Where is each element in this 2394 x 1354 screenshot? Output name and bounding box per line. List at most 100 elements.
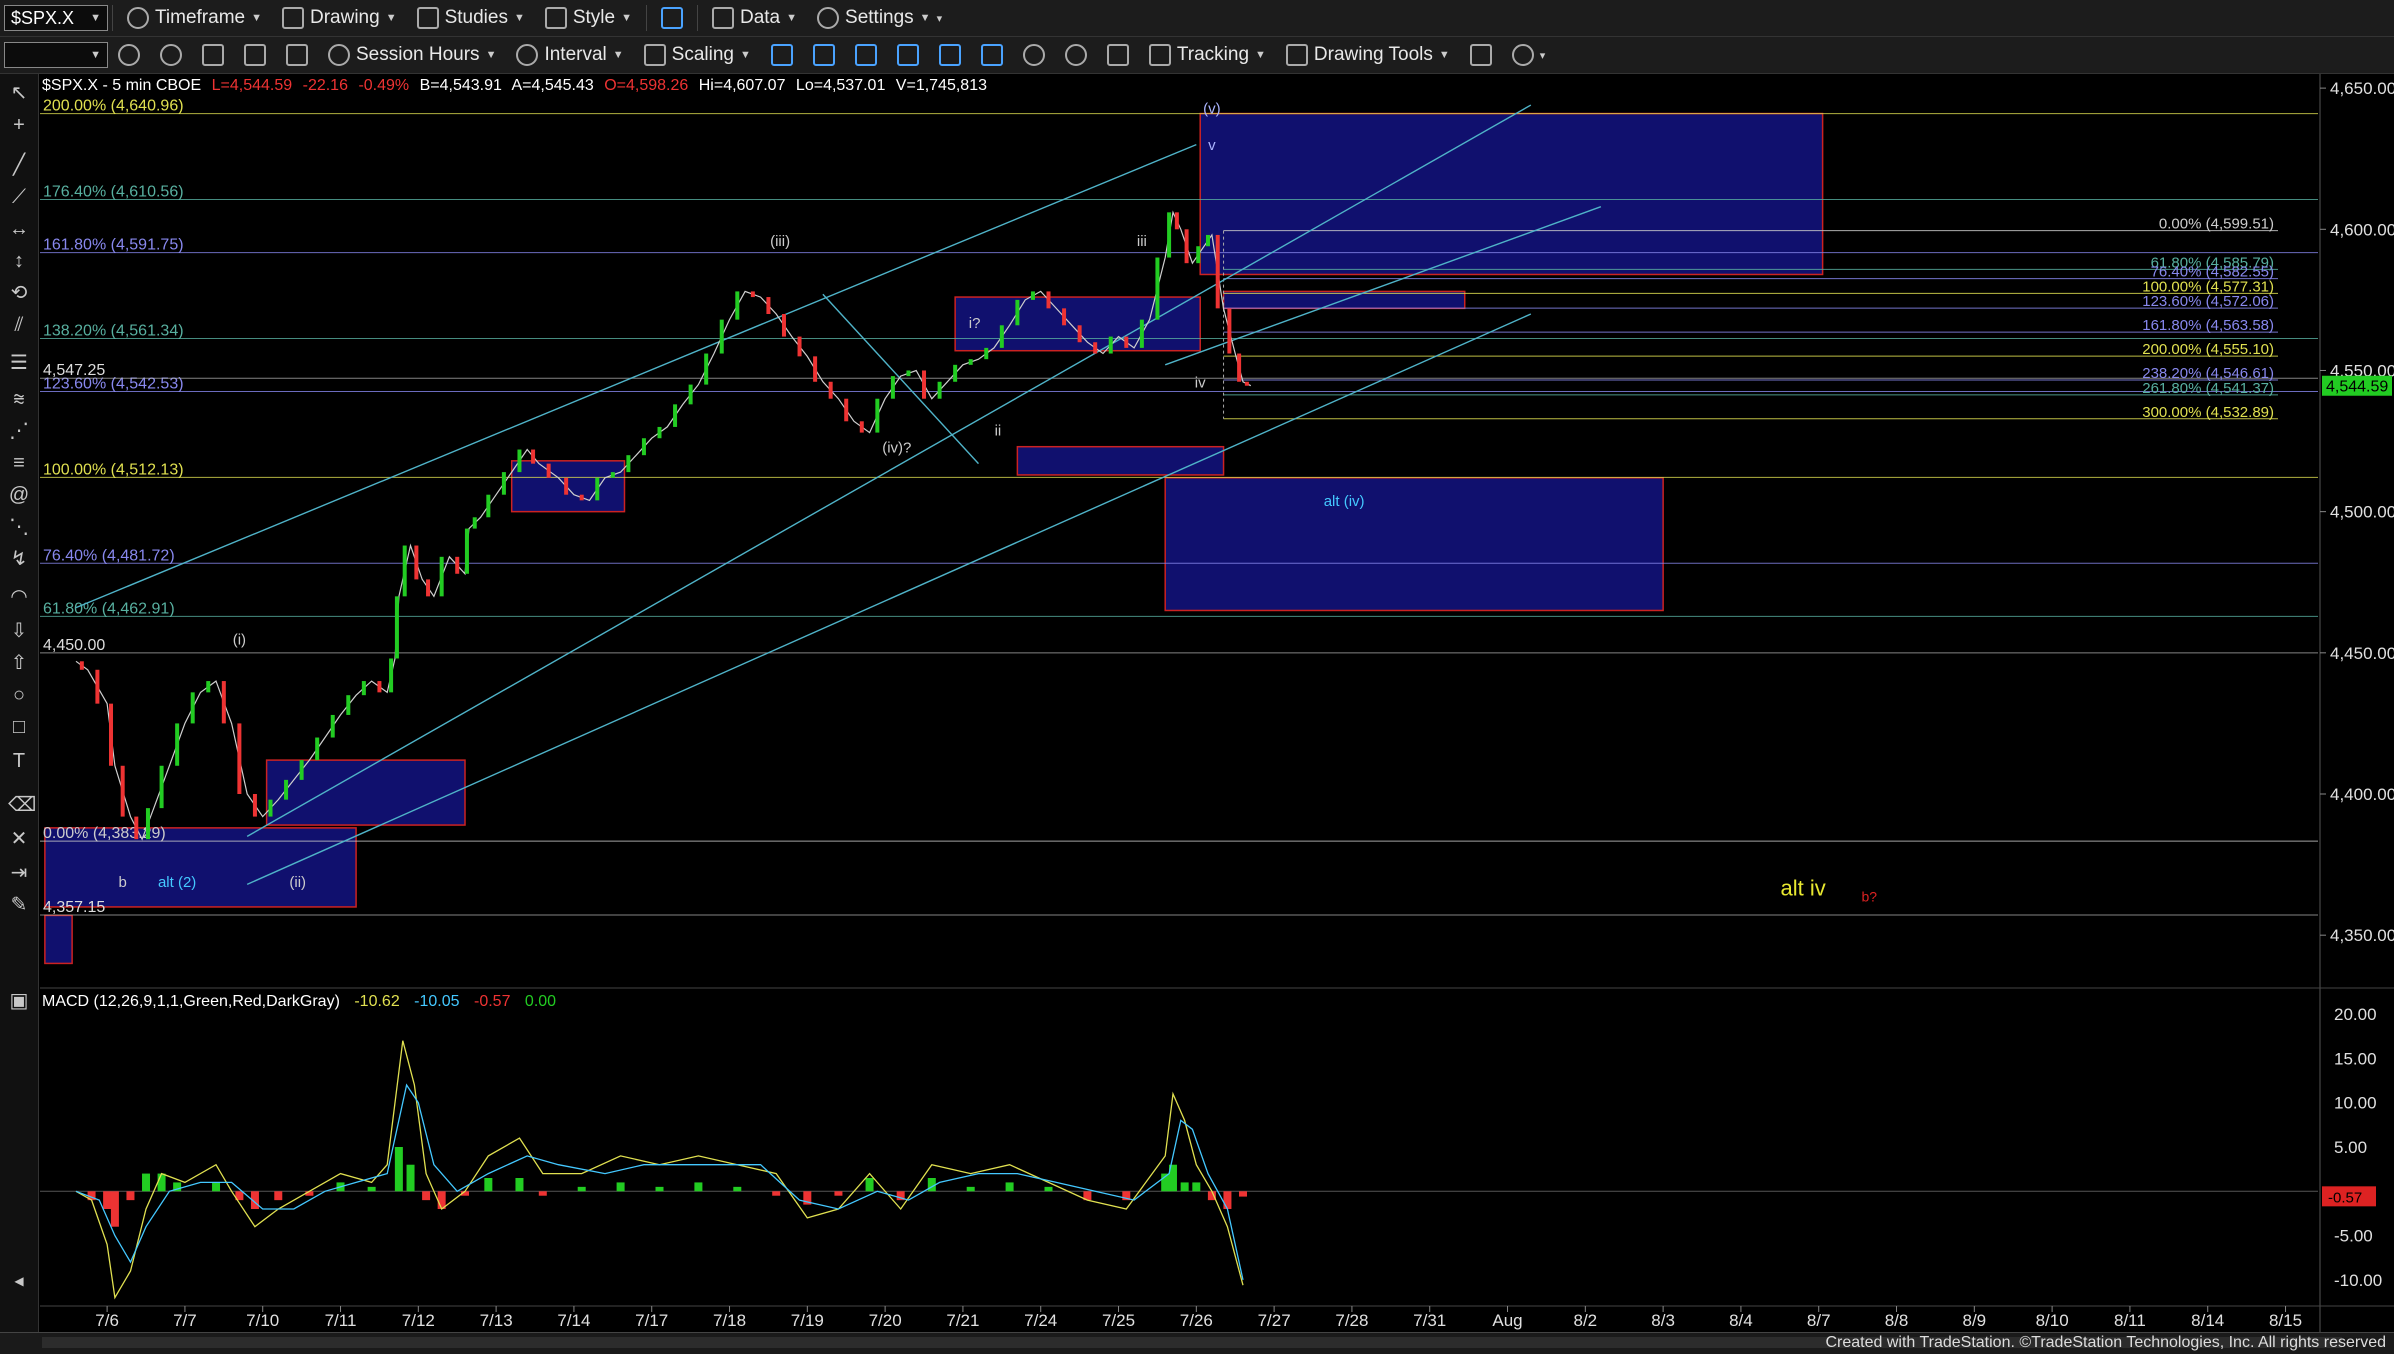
link-button[interactable] [651, 3, 693, 33]
tracking-label: Tracking [1176, 44, 1250, 65]
expand-arrow-icon[interactable]: ◀ [8, 1270, 30, 1292]
ellipse-tool-icon[interactable]: ○ [8, 684, 30, 706]
symbol-selector[interactable]: $SPX.X ▼ [4, 5, 108, 31]
ext-fib-label: 261.80% (4,541.37) [2142, 380, 2274, 397]
cycle-tool-icon[interactable]: ⟲ [8, 282, 30, 304]
fib-extension-icon[interactable]: ⩬ [8, 388, 30, 410]
interval-menu[interactable]: Interval ▼ [506, 40, 633, 70]
bar-type-hlc[interactable] [929, 40, 971, 70]
levels-tool-icon[interactable]: ≡ [8, 452, 30, 474]
workspace-selector[interactable]: ▼ [4, 42, 108, 68]
session-hours-menu[interactable]: Session Hours ▼ [318, 40, 506, 70]
price-level-label: 4,450.00 [43, 637, 105, 654]
grid-button[interactable] [1097, 40, 1139, 70]
studies-menu[interactable]: Studies ▼ [407, 3, 535, 33]
ask-price: A=4,545.43 [511, 77, 593, 94]
speed-lines-icon[interactable]: ⋱ [8, 516, 30, 538]
drawing-menu[interactable]: Drawing ▼ [272, 3, 407, 33]
fib-retracement-icon[interactable]: ☰ [8, 352, 30, 374]
regression-channel-icon[interactable]: ↯ [8, 548, 30, 570]
vertical-line-icon[interactable]: ↕ [8, 250, 30, 272]
price-candle [377, 681, 382, 693]
price-tick-label: 4,600.00 [2330, 220, 2394, 239]
macd-histogram-bar [772, 1191, 781, 1196]
crosshair-tool-icon[interactable]: + [8, 114, 30, 136]
price-candle [859, 421, 864, 433]
price-candle [330, 714, 335, 738]
hlc-bar-icon [938, 44, 961, 66]
channel-tool-icon[interactable]: ⫽ [8, 314, 30, 336]
symbol-info: $SPX.X - 5 min CBOE [42, 77, 201, 94]
target-box [265, 759, 466, 826]
settings-menu[interactable]: Settings ▼ ▾ [807, 3, 952, 33]
up-arrow-icon[interactable]: ⇧ [8, 652, 30, 674]
price-chart[interactable]: 200.00% (4,640.96) 176.40% (4,610.56) 161.… [40, 74, 2394, 1332]
chevron-down-icon: ▼ [485, 49, 497, 61]
chat-menu[interactable]: ▾ [1502, 40, 1556, 70]
price-candle [564, 477, 569, 495]
arc-tool-icon[interactable]: ◠ [8, 586, 30, 608]
timeframe-menu[interactable]: Timeframe ▼ [117, 3, 272, 33]
export-button[interactable] [1460, 40, 1502, 70]
price-tick-label: 4,500.00 [2330, 503, 2394, 522]
refresh-button[interactable] [108, 40, 150, 70]
spiral-tool-icon[interactable]: @ [8, 484, 30, 506]
ext-fib-label: 161.80% (4,563.58) [2142, 317, 2274, 334]
macd-zero-value: 0.00 [525, 993, 556, 1010]
gear-icon [817, 7, 840, 29]
bar-type-line[interactable] [761, 40, 803, 70]
zoom-out-button[interactable] [1055, 40, 1097, 70]
price-candle [579, 494, 584, 501]
save-button[interactable] [276, 40, 318, 70]
volume: V=1,745,813 [896, 77, 987, 94]
price-level-label: 4,357.15 [43, 899, 105, 916]
price-candle [595, 477, 600, 501]
candlestick-icon [812, 44, 835, 66]
restore-button[interactable] [150, 40, 192, 70]
wave-label: (i) [233, 631, 246, 648]
split-window-button[interactable] [971, 40, 1013, 70]
trendline-tool-icon[interactable]: ╱ [8, 154, 30, 176]
chevron-down-icon: ▼ [786, 12, 798, 24]
ray-tool-icon[interactable]: ⟋ [8, 186, 30, 208]
snap-tool-icon[interactable]: ⇥ [8, 862, 30, 884]
bar-type-hollow[interactable] [845, 40, 887, 70]
bar-type-candle[interactable] [803, 40, 845, 70]
data-menu[interactable]: Data ▼ [702, 3, 807, 33]
rectangle-tool-icon[interactable]: □ [8, 716, 30, 738]
date-tick-label: 7/19 [791, 1311, 824, 1330]
paint-tool-icon[interactable]: ✎ [8, 894, 30, 916]
text-tool-icon[interactable]: T [8, 750, 30, 772]
chevron-down-icon: ▼ [739, 49, 751, 61]
scaling-menu[interactable]: Scaling ▼ [634, 40, 761, 70]
open-price: O=4,598.26 [604, 77, 688, 94]
print-button[interactable] [234, 40, 276, 70]
clock-icon [127, 7, 149, 29]
chevron-down-icon: ▼ [919, 12, 931, 24]
zoom-in-button[interactable] [1013, 40, 1055, 70]
eraser-tool-icon[interactable]: ⌫ [8, 794, 36, 816]
down-arrow-icon[interactable]: ⇩ [8, 620, 30, 642]
price-candle [299, 760, 304, 780]
macd-histogram-bar [367, 1186, 376, 1192]
date-tick-label: 7/13 [480, 1311, 513, 1330]
macd-signal-value: -10.05 [414, 993, 459, 1010]
price-tick-label: 4,650.00 [2330, 79, 2394, 98]
style-menu[interactable]: Style ▼ [535, 3, 642, 33]
drawing-tools-menu[interactable]: Drawing Tools ▼ [1276, 40, 1460, 70]
price-candle [159, 765, 164, 809]
more-icon[interactable]: ▾ [937, 12, 943, 25]
price-candle [984, 347, 989, 360]
tracking-menu[interactable]: Tracking ▼ [1139, 40, 1276, 70]
lock-button[interactable] [192, 40, 234, 70]
horizontal-ray-icon[interactable]: ↔ [8, 218, 30, 240]
chevron-down-icon: ▼ [1255, 49, 1266, 61]
delete-drawings-icon[interactable]: ✕ [8, 828, 30, 850]
macd-panel-icon[interactable]: ▣ [8, 990, 30, 1012]
ext-fib-label: 200.00% (4,555.10) [2142, 341, 2274, 358]
bar-type-ohlc[interactable] [887, 40, 929, 70]
drawing-tools-label: Drawing Tools [1313, 44, 1433, 65]
price-candle [252, 794, 257, 817]
pointer-tool-icon[interactable]: ↖ [8, 82, 30, 104]
gann-tool-icon[interactable]: ⋰ [8, 420, 30, 442]
